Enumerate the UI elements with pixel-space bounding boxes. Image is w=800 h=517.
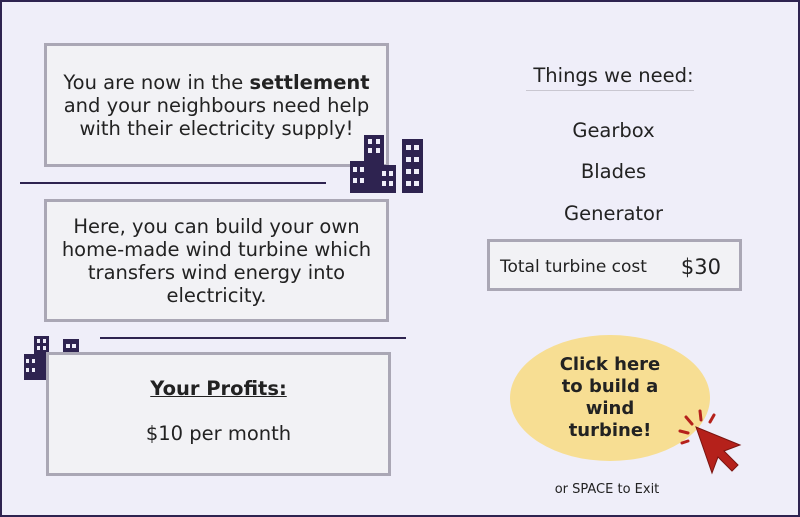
game-frame: You are now in the settlement and your n… xyxy=(0,0,800,517)
cursor-click-icon xyxy=(678,409,742,475)
build-info-message: Here, you can build your own home-made w… xyxy=(44,199,389,322)
exit-hint: or SPACE to Exit xyxy=(554,482,660,497)
need-item-generator: Generator xyxy=(563,202,664,225)
intro-text: You are now in the settlement and your n… xyxy=(47,71,386,140)
intro-text-after: and your neighbours need help with their… xyxy=(63,93,370,140)
build-turbine-button-label: Click here to build a wind turbine! xyxy=(559,354,661,441)
city-buildings-icon xyxy=(350,135,423,193)
need-item-blades: Blades xyxy=(580,160,647,183)
profits-title: Your Profits: xyxy=(150,377,287,400)
intro-keyword: settlement xyxy=(249,70,370,94)
intro-text-before: You are now in the xyxy=(63,70,250,94)
turbine-cost-panel: Total turbine cost $30 xyxy=(487,239,742,291)
needs-title: Things we need: xyxy=(533,64,694,87)
turbine-cost-label: Total turbine cost xyxy=(500,257,647,277)
intro-message: You are now in the settlement and your n… xyxy=(44,43,389,167)
needs-title-underline xyxy=(526,90,694,91)
divider-line xyxy=(20,182,326,184)
profits-panel: Your Profits: $10 per month xyxy=(46,352,391,476)
build-info-text: Here, you can build your own home-made w… xyxy=(61,214,372,307)
profits-value: $10 per month xyxy=(145,422,292,445)
divider-line xyxy=(100,337,406,339)
turbine-cost-value: $30 xyxy=(680,255,721,279)
need-item-gearbox: Gearbox xyxy=(572,119,655,142)
